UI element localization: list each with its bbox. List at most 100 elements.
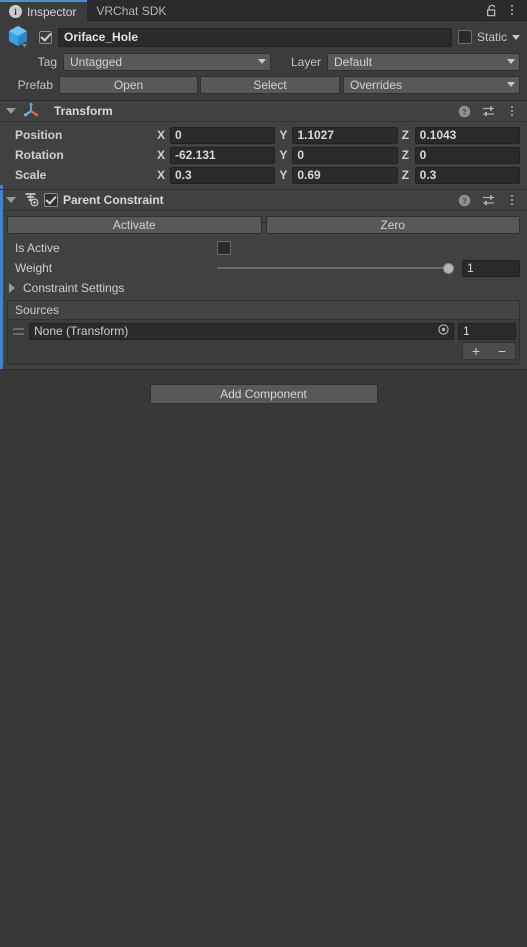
prefab-open-label: Open <box>113 77 144 92</box>
tab-vrchat-sdk-label: VRChat SDK <box>96 3 167 18</box>
parent-constraint-body: Activate Zero Is Active Weight 1 Constra… <box>0 211 527 369</box>
rotation-x-input[interactable]: -62.131 <box>170 146 276 164</box>
scale-z-input[interactable]: 0.3 <box>414 166 520 184</box>
position-y-input[interactable]: 1.1027 <box>292 126 398 144</box>
help-icon[interactable]: ? <box>456 102 472 120</box>
gameobject-enabled-checkbox[interactable] <box>39 30 52 44</box>
chevron-down-icon <box>507 59 515 64</box>
chevron-down-icon <box>507 82 515 87</box>
kebab-menu-icon[interactable] <box>504 102 520 120</box>
object-picker-icon[interactable] <box>438 324 449 338</box>
help-icon[interactable]: ? <box>456 191 472 209</box>
position-vector: X 0 Y 1.1027 Z 0.1043 <box>157 126 520 144</box>
transform-header[interactable]: Transform ? <box>0 101 527 122</box>
add-source-button[interactable]: + <box>463 343 489 359</box>
rotation-y-input[interactable]: 0 <box>292 146 398 164</box>
transform-title: Transform <box>54 104 113 118</box>
preset-settings-icon[interactable] <box>480 191 496 209</box>
transform-header-actions: ? <box>456 102 520 120</box>
rotation-vector: X -62.131 Y 0 Z 0 <box>157 146 520 164</box>
tab-bar-actions <box>484 0 527 20</box>
prefab-overrides-dropdown[interactable]: Overrides <box>343 75 520 94</box>
foldout-arrow-icon[interactable] <box>9 283 15 293</box>
position-z: Z 0.1043 <box>402 126 520 144</box>
scale-z: Z 0.3 <box>401 166 520 184</box>
gameobject-name-input[interactable]: Oriface_Hole <box>58 27 452 47</box>
tag-dropdown[interactable]: Untagged <box>63 52 271 71</box>
is-active-label: Is Active <box>15 241 60 255</box>
tab-vrchat-sdk[interactable]: VRChat SDK <box>87 0 177 21</box>
static-dropdown-caret-icon[interactable] <box>512 34 520 40</box>
axis-label-y: Y <box>279 148 288 162</box>
foldout-arrow-icon[interactable] <box>6 108 16 114</box>
preset-settings-icon[interactable] <box>480 102 496 120</box>
transform-rotation-row: Rotation X -62.131 Y 0 Z 0 <box>7 145 520 165</box>
activate-button[interactable]: Activate <box>7 216 262 234</box>
axis-label-z: Z <box>401 168 409 182</box>
scale-vector: X 0.3 Y 0.69 Z 0.3 <box>157 166 520 184</box>
transform-body: Position X 0 Y 1.1027 Z 0.1043 Rotation … <box>0 122 527 189</box>
sources-label: Sources <box>15 303 60 317</box>
source-weight-input[interactable]: 1 <box>458 322 516 340</box>
add-component-label: Add Component <box>220 387 307 401</box>
inspector-window: i Inspector VRChat SDK Oriface_Hole Stat… <box>0 0 527 947</box>
scale-y: Y 0.69 <box>279 166 398 184</box>
parent-constraint-header-actions: ? <box>456 191 520 209</box>
constraint-settings-label: Constraint Settings <box>23 281 125 295</box>
layer-value: Default <box>334 54 373 69</box>
constraint-action-buttons: Activate Zero <box>7 214 520 238</box>
axis-label-y: Y <box>279 168 288 182</box>
kebab-menu-icon[interactable] <box>504 1 520 19</box>
position-label: Position <box>15 128 63 142</box>
is-active-checkbox[interactable] <box>217 241 231 255</box>
axis-label-y: Y <box>279 128 288 142</box>
tag-value: Untagged <box>70 54 123 69</box>
weight-label: Weight <box>15 261 53 275</box>
prefab-open-button[interactable]: Open <box>59 75 198 94</box>
add-component-button[interactable]: Add Component <box>149 384 378 404</box>
chevron-down-icon <box>258 59 266 64</box>
prefab-override-indicator <box>0 185 3 189</box>
gameobject-header: Oriface_Hole Static Tag Untagged Layer D… <box>0 21 527 101</box>
position-x-input[interactable]: 0 <box>170 126 276 144</box>
prefab-select-label: Select <box>253 77 287 92</box>
weight-slider[interactable] <box>217 261 454 275</box>
tab-bar: i Inspector VRChat SDK <box>0 0 527 22</box>
component-transform: Transform ? Position X 0 Y 1.1027 Z 0.10… <box>0 101 527 190</box>
prefab-select-button[interactable]: Select <box>200 75 340 94</box>
parent-constraint-header[interactable]: Parent Constraint ? <box>0 190 527 211</box>
scale-x-input[interactable]: 0.3 <box>170 166 276 184</box>
zero-button[interactable]: Zero <box>265 216 520 234</box>
static-label: Static <box>476 30 507 44</box>
is-active-row: Is Active <box>7 238 520 258</box>
prefab-overrides-label: Overrides <box>350 77 403 92</box>
remove-source-button[interactable]: − <box>489 343 515 359</box>
weight-slider-track <box>217 267 454 269</box>
layer-dropdown[interactable]: Default <box>327 52 520 71</box>
sources-list: Sources None (Transform) 1 + − <box>7 300 520 365</box>
scale-x: X 0.3 <box>157 166 276 184</box>
prefab-label: Prefab <box>17 77 53 92</box>
constraint-settings-foldout[interactable]: Constraint Settings <box>7 278 520 298</box>
source-object-field[interactable]: None (Transform) <box>29 322 454 340</box>
component-parent-constraint: Parent Constraint ? Activate Zero Is Act… <box>0 190 527 370</box>
sources-add-remove-group: + − <box>462 342 516 360</box>
weight-slider-handle[interactable] <box>443 262 454 274</box>
scale-y-input[interactable]: 0.69 <box>292 166 398 184</box>
activate-label: Activate <box>112 218 156 232</box>
padlock-unlocked-icon[interactable] <box>484 1 500 19</box>
position-z-input[interactable]: 0.1043 <box>414 126 520 144</box>
rotation-label: Rotation <box>15 148 64 162</box>
transform-axis-icon <box>23 102 39 121</box>
static-checkbox[interactable] <box>457 30 472 44</box>
rotation-z-input[interactable]: 0 <box>414 146 520 164</box>
tag-label: Tag <box>37 54 57 69</box>
weight-input[interactable]: 1 <box>462 259 520 277</box>
drag-handle-icon[interactable] <box>11 325 25 337</box>
tab-inspector[interactable]: i Inspector <box>0 0 88 22</box>
gameobject-name-value: Oriface_Hole <box>64 30 139 44</box>
foldout-arrow-icon[interactable] <box>6 197 16 203</box>
layer-label: Layer <box>290 54 321 69</box>
kebab-menu-icon[interactable] <box>504 191 520 209</box>
parent-constraint-enabled-checkbox[interactable] <box>44 193 58 207</box>
